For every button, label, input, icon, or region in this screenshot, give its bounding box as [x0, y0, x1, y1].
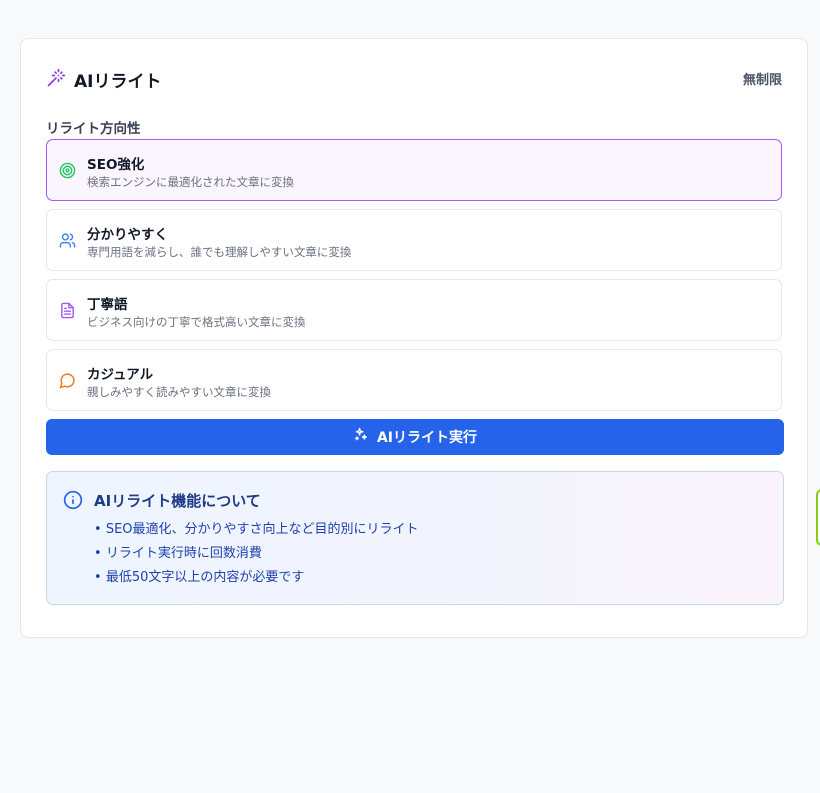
info-panel: AIリライト機能について SEO最適化、分かりやすさ向上など目的別にリライト リ… — [46, 471, 784, 605]
chat-bubble-icon — [59, 372, 76, 389]
option-title: カジュアル — [87, 367, 154, 383]
side-feedback-tab[interactable] — [816, 489, 820, 546]
users-icon — [59, 232, 76, 249]
info-item: リライト実行時に回数消費 — [94, 545, 419, 569]
option-polite[interactable]: 丁寧語 ビジネス向けの丁寧で格式高い文章に変換 — [46, 279, 782, 341]
info-list: SEO最適化、分かりやすさ向上など目的別にリライト リライト実行時に回数消費 最… — [94, 521, 419, 593]
option-casual[interactable]: カジュアル 親しみやすく読みやすい文章に変換 — [46, 349, 782, 411]
rewrite-card: AIリライト 無制限 リライト方向性 SEO強化 検索エンジンに最適化された文章… — [20, 38, 808, 638]
title-group: AIリライト — [46, 67, 161, 92]
option-description: 親しみやすく読みやすい文章に変換 — [87, 385, 271, 399]
option-title: 分かりやすく — [87, 227, 168, 243]
info-title: AIリライト機能について — [94, 492, 261, 510]
info-item: SEO最適化、分かりやすさ向上など目的別にリライト — [94, 521, 419, 545]
section-label: リライト方向性 — [46, 121, 141, 137]
info-circle-icon — [63, 490, 83, 510]
option-seo[interactable]: SEO強化 検索エンジンに最適化された文章に変換 — [46, 139, 782, 201]
option-title: SEO強化 — [87, 157, 145, 173]
option-title: 丁寧語 — [87, 297, 128, 313]
usage-limit-badge: 無制限 — [742, 73, 782, 88]
info-item: 最低50文字以上の内容が必要です — [94, 569, 419, 593]
page-title: AIリライト — [74, 72, 162, 92]
option-description: 検索エンジンに最適化された文章に変換 — [87, 175, 294, 189]
option-description: ビジネス向けの丁寧で格式高い文章に変換 — [87, 315, 306, 329]
rewrite-options: SEO強化 検索エンジンに最適化された文章に変換 分かりやすく 専門用語を減らし… — [46, 139, 782, 411]
target-icon — [59, 162, 76, 179]
magic-wand-icon — [46, 68, 66, 92]
card-header: AIリライト 無制限 — [46, 39, 782, 117]
run-rewrite-button[interactable]: AIリライト実行 — [46, 419, 784, 455]
document-icon — [59, 302, 76, 319]
option-description: 専門用語を減らし、誰でも理解しやすい文章に変換 — [87, 245, 352, 259]
run-button-label: AIリライト実行 — [376, 430, 478, 446]
option-simple[interactable]: 分かりやすく 専門用語を減らし、誰でも理解しやすい文章に変換 — [46, 209, 782, 271]
sparkles-icon — [353, 427, 369, 447]
